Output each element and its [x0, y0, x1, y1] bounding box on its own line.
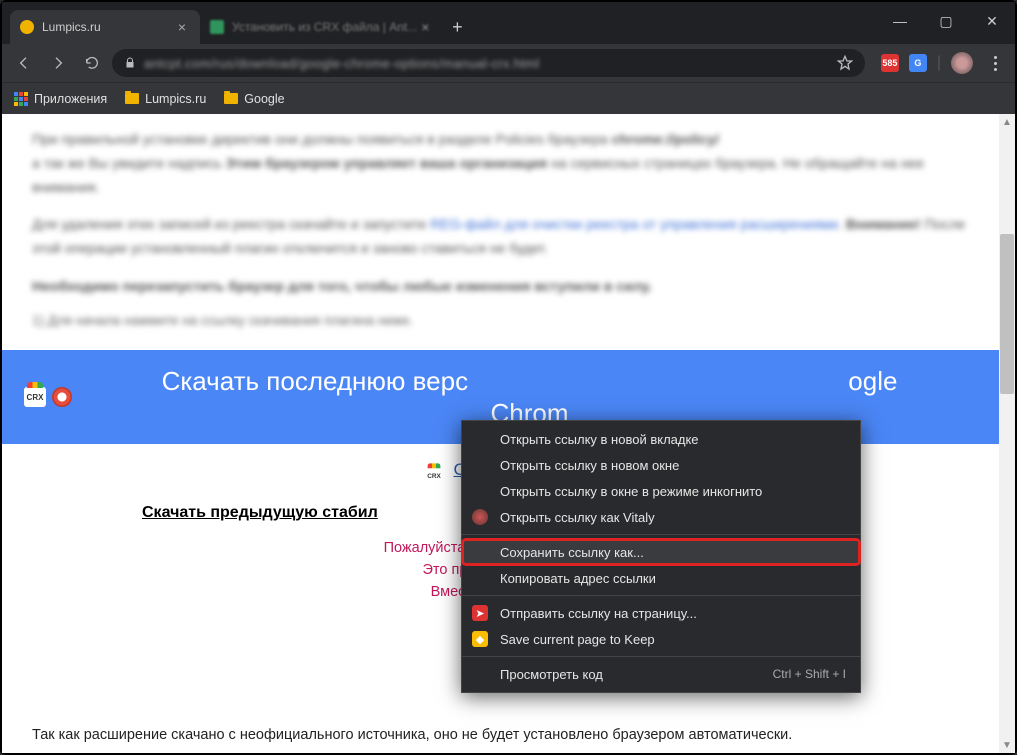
- keep-icon: ◆: [472, 631, 488, 647]
- opera-icon: [52, 387, 72, 407]
- ctx-send-link[interactable]: ➤Отправить ссылку на страницу...: [462, 600, 860, 626]
- maximize-button[interactable]: ▢: [923, 2, 969, 40]
- tab-title: Lumpics.ru: [42, 20, 101, 34]
- tab-inactive[interactable]: Установить из CRX файла | Ant... ×: [200, 10, 443, 44]
- ctx-save-link-as[interactable]: Сохранить ссылку как...: [462, 539, 860, 565]
- blurred-text: Для удаления этих записей из реестра ска…: [32, 213, 969, 261]
- crx-icon: CRX: [425, 467, 443, 483]
- translate-icon[interactable]: G: [909, 54, 927, 72]
- toolbar: antcpt.com/rus/download/google-chrome-op…: [2, 44, 1015, 82]
- window-controls: — ▢ ✕: [877, 2, 1015, 40]
- scroll-down-icon[interactable]: ▼: [999, 737, 1015, 753]
- ctx-open-new-tab[interactable]: Открыть ссылку в новой вкладке: [462, 426, 860, 452]
- bookmarks-bar: Приложения Lumpics.ru Google: [2, 82, 1015, 114]
- address-bar[interactable]: antcpt.com/rus/download/google-chrome-op…: [112, 49, 865, 77]
- forward-button[interactable]: [44, 49, 72, 77]
- ctx-open-new-window[interactable]: Открыть ссылку в новом окне: [462, 452, 860, 478]
- avatar-icon: [472, 509, 488, 525]
- ctx-open-incognito[interactable]: Открыть ссылку в окне в режиме инкогнито: [462, 478, 860, 504]
- apps-icon: [14, 92, 28, 106]
- scroll-thumb[interactable]: [1000, 234, 1014, 394]
- scroll-up-icon[interactable]: ▲: [999, 114, 1015, 130]
- folder-icon: [125, 93, 139, 104]
- separator: [462, 534, 860, 535]
- ctx-copy-link-address[interactable]: Копировать адрес ссылки: [462, 565, 860, 591]
- close-icon[interactable]: ×: [174, 19, 190, 35]
- minimize-button[interactable]: —: [877, 2, 923, 40]
- separator: [462, 595, 860, 596]
- tab-title: Установить из CRX файла | Ant...: [232, 20, 417, 34]
- folder-icon: [224, 93, 238, 104]
- crx-icon: CRX: [24, 387, 46, 407]
- vertical-scrollbar[interactable]: ▲ ▼: [999, 114, 1015, 753]
- close-icon[interactable]: ×: [417, 19, 433, 35]
- lock-icon: [124, 57, 136, 69]
- shortcut-label: Ctrl + Shift + I: [773, 667, 846, 681]
- apps-button[interactable]: Приложения: [14, 92, 107, 106]
- back-button[interactable]: [10, 49, 38, 77]
- extension-icons: 585 G |: [881, 52, 1007, 74]
- url-text: antcpt.com/rus/download/google-chrome-op…: [144, 56, 539, 71]
- favicon-icon: [20, 20, 34, 34]
- tab-strip: Lumpics.ru × Установить из CRX файла | A…: [10, 10, 471, 44]
- download-previous-link[interactable]: Скачать предыдущую стабил: [142, 504, 378, 522]
- close-window-button[interactable]: ✕: [969, 2, 1015, 40]
- ctx-inspect[interactable]: Просмотреть кодCtrl + Shift + I: [462, 661, 860, 687]
- blurred-text: 1) Для начала нажмите на ссылку скачиван…: [32, 313, 969, 328]
- ctx-open-as-profile[interactable]: Открыть ссылку как Vitaly: [462, 504, 860, 530]
- bookmark-star-icon[interactable]: [837, 55, 853, 71]
- titlebar: Lumpics.ru × Установить из CRX файла | A…: [2, 2, 1015, 44]
- blurred-text: При правильной установке директив они до…: [32, 128, 969, 199]
- separator: [462, 656, 860, 657]
- footnote-text: Так как расширение скачано с неофициальн…: [32, 727, 979, 743]
- menu-button[interactable]: [983, 56, 1007, 71]
- reload-button[interactable]: [78, 49, 106, 77]
- blurred-text: Необходимо перезапустить браузер для тог…: [32, 275, 969, 299]
- profile-avatar[interactable]: [951, 52, 973, 74]
- ctx-save-to-keep[interactable]: ◆Save current page to Keep: [462, 626, 860, 652]
- bookmark-folder[interactable]: Google: [224, 92, 284, 106]
- tab-active[interactable]: Lumpics.ru ×: [10, 10, 200, 44]
- send-icon: ➤: [472, 605, 488, 621]
- extension-badge[interactable]: 585: [881, 54, 899, 72]
- new-tab-button[interactable]: +: [443, 10, 471, 44]
- bookmark-folder[interactable]: Lumpics.ru: [125, 92, 206, 106]
- favicon-icon: [210, 20, 224, 34]
- context-menu: Открыть ссылку в новой вкладке Открыть с…: [461, 420, 861, 693]
